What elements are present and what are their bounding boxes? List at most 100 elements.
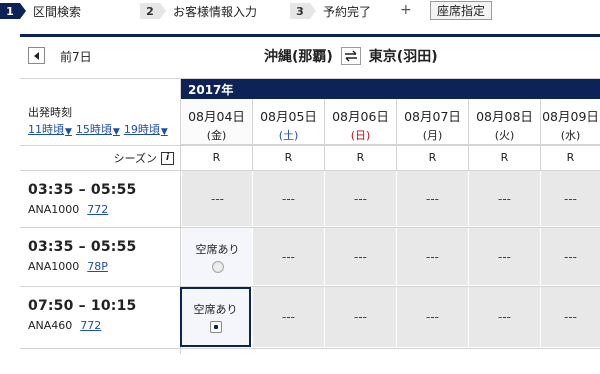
fare-cell: --- xyxy=(396,287,468,347)
flight-meta: ANA1000 772 xyxy=(28,203,136,216)
date-label: 08月06日 xyxy=(332,109,389,124)
weekday-label: (火) xyxy=(494,129,515,142)
availability-label: 空席あり xyxy=(195,242,240,256)
prev-week-button[interactable] xyxy=(28,47,45,64)
weekday-label: (金) xyxy=(206,129,227,142)
time-link-15[interactable]: 15時頃 ▼ xyxy=(76,121,120,137)
step-1-number: 1 xyxy=(0,3,20,19)
weekday-label: (月) xyxy=(422,129,443,142)
flight-meta: ANA1000 78P xyxy=(28,260,136,273)
arrow-down-icon: ▼ xyxy=(112,127,120,137)
year-header: 2017年 xyxy=(180,79,600,99)
aircraft-code-link[interactable]: 78P xyxy=(87,260,108,273)
progress-steps: 1 区間検索 2 お客様情報入力 3 予約完了 + 座席指定 xyxy=(0,0,600,24)
step-plus: + xyxy=(400,2,412,18)
date-label: 08月07日 xyxy=(404,109,461,124)
seat-selection-button[interactable]: 座席指定 xyxy=(430,1,493,20)
step-1: 1 区間検索 xyxy=(0,2,81,20)
aircraft-code-link[interactable]: 772 xyxy=(87,203,108,216)
fare-cell: --- xyxy=(252,228,324,285)
fare-cell: --- xyxy=(252,287,324,347)
step-2: 2 お客様情報入力 xyxy=(140,2,257,20)
date-column-4[interactable]: 08月08日 (火) xyxy=(468,99,540,145)
date-label: 08月05日 xyxy=(260,109,317,124)
chevron-left-icon xyxy=(34,51,39,60)
fare-cell: --- xyxy=(396,171,468,226)
arrow-down-icon: ▼ xyxy=(160,127,168,137)
fare-cell: --- xyxy=(396,228,468,285)
flight-row-1-info: 03:35 – 05:55 ANA1000 78P xyxy=(28,239,136,273)
swap-icon xyxy=(344,50,357,62)
step-arrow-icon xyxy=(310,3,316,19)
flight-time: 03:35 – 05:55 xyxy=(28,239,137,255)
fare-cell-selected[interactable]: 空席あり xyxy=(180,287,251,347)
info-icon[interactable]: i xyxy=(161,151,174,165)
date-column-5[interactable]: 08月09日 (水) xyxy=(540,99,600,145)
season-cell: R xyxy=(396,145,468,170)
fare-cell: --- xyxy=(540,228,600,285)
header-divider xyxy=(20,34,600,37)
season-label: シーズン i xyxy=(100,150,174,166)
fare-cell-available[interactable]: 空席あり xyxy=(181,228,253,285)
time-link-label: 11時頃 xyxy=(28,123,64,136)
step-3-label: 予約完了 xyxy=(323,4,372,19)
fare-cell: --- xyxy=(181,171,253,226)
date-column-2[interactable]: 08月06日 (日) xyxy=(324,99,396,145)
weekday-label: (土) xyxy=(278,129,299,142)
fare-cell: --- xyxy=(468,228,540,285)
fare-cell: --- xyxy=(468,287,540,347)
step-3: 3 予約完了 xyxy=(290,2,371,20)
step-3-number: 3 xyxy=(290,3,310,19)
season-cell: R xyxy=(324,145,396,170)
flight-meta: ANA460 772 xyxy=(28,319,136,332)
flight-row-0-info: 03:35 – 05:55 ANA1000 772 xyxy=(28,182,136,216)
fare-cell: --- xyxy=(324,287,396,347)
season-label-text: シーズン xyxy=(113,152,157,165)
route-origin: 沖縄(那覇) xyxy=(264,49,333,65)
fare-radio[interactable] xyxy=(211,260,224,273)
step-arrow-icon xyxy=(20,3,26,19)
flight-number: ANA1000 xyxy=(28,260,80,273)
step-arrow-icon xyxy=(160,3,166,19)
fare-cell: --- xyxy=(324,171,396,226)
fare-radio-selected[interactable] xyxy=(209,321,222,333)
swap-route-button[interactable] xyxy=(340,47,361,65)
prev-week-label[interactable]: 前7日 xyxy=(60,48,92,65)
date-column-0[interactable]: 08月04日 (金) xyxy=(180,99,252,145)
fare-cell: --- xyxy=(540,171,600,226)
flight-time: 07:50 – 10:15 xyxy=(28,298,137,314)
weekday-label: (水) xyxy=(560,129,581,142)
date-column-1[interactable]: 08月05日 (土) xyxy=(252,99,324,145)
step-1-label: 区間検索 xyxy=(33,4,82,19)
flight-row-2-info: 07:50 – 10:15 ANA460 772 xyxy=(28,298,136,332)
time-link-19[interactable]: 19時頃 ▼ xyxy=(124,121,168,137)
departure-time-heading: 出発時刻 xyxy=(28,106,72,119)
time-link-label: 15時頃 xyxy=(75,123,112,136)
season-cell: R xyxy=(180,145,252,170)
step-2-label: お客様情報入力 xyxy=(173,4,258,19)
step-2-number: 2 xyxy=(140,3,160,19)
season-cell: R xyxy=(540,145,600,170)
flight-number: ANA460 xyxy=(28,319,73,332)
date-label: 08月04日 xyxy=(188,109,245,124)
flight-time: 03:35 – 05:55 xyxy=(28,182,137,198)
route-title: 沖縄(那覇) 東京(羽田) xyxy=(264,44,438,68)
aircraft-code-link[interactable]: 772 xyxy=(80,319,101,332)
date-label: 08月08日 xyxy=(476,109,533,124)
season-cell: R xyxy=(468,145,540,170)
season-cell: R xyxy=(252,145,324,170)
weekday-label: (日) xyxy=(350,129,371,142)
departure-time-links: 11時頃 ▼ 15時頃 ▼ 19時頃 ▼ xyxy=(28,121,168,137)
fare-cell: --- xyxy=(468,171,540,226)
fare-cell: --- xyxy=(540,287,600,347)
time-link-11[interactable]: 11時頃 ▼ xyxy=(28,121,72,137)
fare-cell: --- xyxy=(324,228,396,285)
flight-number: ANA1000 xyxy=(28,203,80,216)
route-destination: 東京(羽田) xyxy=(368,49,438,65)
date-column-3[interactable]: 08月07日 (月) xyxy=(396,99,468,145)
fare-cell: --- xyxy=(252,171,324,226)
availability-label: 空席あり xyxy=(193,303,238,316)
date-label: 08月09日 xyxy=(542,109,599,124)
time-link-label: 19時頃 xyxy=(123,123,160,136)
arrow-down-icon: ▼ xyxy=(65,127,72,137)
